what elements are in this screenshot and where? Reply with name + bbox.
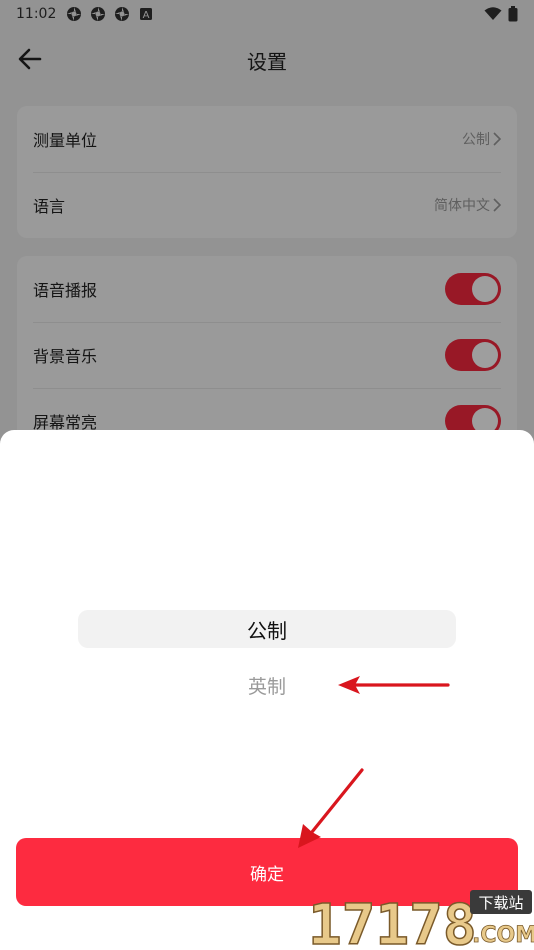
- watermark-site: 下载站: [478, 894, 523, 912]
- picker-option-imperial[interactable]: 英制: [78, 666, 456, 704]
- watermark-logo-icon: 17178 下载站 .COM: [307, 890, 534, 950]
- unit-picker-sheet: 公制 英制 确定: [0, 430, 534, 950]
- watermark-domain: .COM: [472, 923, 534, 948]
- site-watermark: 17178 下载站 .COM: [307, 884, 534, 950]
- watermark-digits: 17178: [308, 893, 477, 950]
- picker-option-metric[interactable]: 公制: [78, 610, 456, 648]
